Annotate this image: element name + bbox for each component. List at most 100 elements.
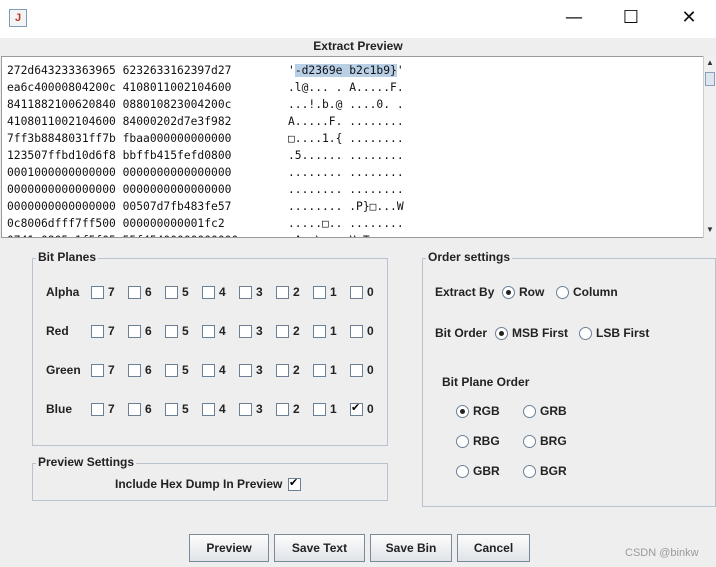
red-bit-6-checkbox[interactable]: [128, 325, 141, 338]
plane-order-bgr-label[interactable]: BGR: [540, 464, 567, 478]
green-bit-5-checkbox[interactable]: [165, 364, 178, 377]
red-bit-5-checkbox[interactable]: [165, 325, 178, 338]
plane-order-grb-label[interactable]: GRB: [540, 404, 567, 418]
plane-order-brg-label[interactable]: BRG: [540, 434, 567, 448]
green-bit-0-label[interactable]: 0: [367, 363, 374, 377]
scroll-up-icon[interactable]: ▲: [704, 57, 716, 69]
red-bit-1-label[interactable]: 1: [330, 324, 337, 338]
extract-by-label: Extract By: [435, 285, 495, 299]
red-bit-1-checkbox[interactable]: [313, 325, 326, 338]
alpha-bit-1-checkbox[interactable]: [313, 286, 326, 299]
alpha-bit-2-label[interactable]: 2: [293, 285, 300, 299]
green-bit-6-label[interactable]: 6: [145, 363, 152, 377]
plane-order-gbr-radio[interactable]: [456, 465, 469, 478]
plane-order-rbg-radio[interactable]: [456, 435, 469, 448]
red-bit-3-label[interactable]: 3: [256, 324, 263, 338]
blue-bit-5-label[interactable]: 5: [182, 402, 189, 416]
red-bit-3-checkbox[interactable]: [239, 325, 252, 338]
alpha-bit-5-label[interactable]: 5: [182, 285, 189, 299]
preview-button[interactable]: Preview: [189, 534, 269, 562]
red-bit-0-checkbox[interactable]: [350, 325, 363, 338]
green-bit-4-label[interactable]: 4: [219, 363, 226, 377]
green-bit-6-checkbox[interactable]: [128, 364, 141, 377]
hex-preview-area[interactable]: 272d643233363965 6232633162397d27 '-d2369…: [1, 56, 705, 238]
blue-bit-1-label[interactable]: 1: [330, 402, 337, 416]
alpha-bit-0-label[interactable]: 0: [367, 285, 374, 299]
blue-bit-4-checkbox[interactable]: [202, 403, 215, 416]
alpha-bit-1-label[interactable]: 1: [330, 285, 337, 299]
red-bit-2-checkbox[interactable]: [276, 325, 289, 338]
plane-order-brg-radio[interactable]: [523, 435, 536, 448]
red-bit-2-label[interactable]: 2: [293, 324, 300, 338]
green-bit-1-label[interactable]: 1: [330, 363, 337, 377]
red-bit-4-label[interactable]: 4: [219, 324, 226, 338]
blue-bit-6-checkbox[interactable]: [128, 403, 141, 416]
alpha-bit-4-label[interactable]: 4: [219, 285, 226, 299]
extract-by-row-label[interactable]: Row: [519, 285, 544, 299]
red-bit-7-checkbox[interactable]: [91, 325, 104, 338]
blue-bit-5-checkbox[interactable]: [165, 403, 178, 416]
alpha-bit-2-checkbox[interactable]: [276, 286, 289, 299]
blue-bit-0-label[interactable]: 0: [367, 402, 374, 416]
blue-bit-3-label[interactable]: 3: [256, 402, 263, 416]
scroll-down-icon[interactable]: ▼: [704, 224, 716, 236]
red-bit-6-label[interactable]: 6: [145, 324, 152, 338]
green-bit-0-checkbox[interactable]: [350, 364, 363, 377]
plane-order-bgr-radio[interactable]: [523, 465, 536, 478]
green-bit-5-label[interactable]: 5: [182, 363, 189, 377]
scrollbar-thumb[interactable]: [705, 72, 715, 86]
maximize-button[interactable]: ☐: [608, 0, 654, 36]
blue-bit-2-checkbox[interactable]: [276, 403, 289, 416]
extract-by-row-radio[interactable]: [502, 286, 515, 299]
alpha-bit-3-label[interactable]: 3: [256, 285, 263, 299]
ascii-values: .A..\._. U.T.....: [288, 232, 404, 237]
green-bit-3-label[interactable]: 3: [256, 363, 263, 377]
preview-scrollbar[interactable]: ▲ ▼: [703, 56, 716, 238]
alpha-bit-6-checkbox[interactable]: [128, 286, 141, 299]
green-bit-7-label[interactable]: 7: [108, 363, 115, 377]
plane-order-rgb-radio[interactable]: [456, 405, 469, 418]
green-bit-4-checkbox[interactable]: [202, 364, 215, 377]
blue-bit-0-checkbox[interactable]: [350, 401, 363, 416]
extract-by-column-radio[interactable]: [556, 286, 569, 299]
alpha-bit-3-checkbox[interactable]: [239, 286, 252, 299]
alpha-bit-7-label[interactable]: 7: [108, 285, 115, 299]
save-text-button[interactable]: Save Text: [274, 534, 365, 562]
plane-order-grb-radio[interactable]: [523, 405, 536, 418]
extract-by-column-label[interactable]: Column: [573, 285, 618, 299]
lsb-first-label[interactable]: LSB First: [596, 326, 649, 340]
red-bit-0-label[interactable]: 0: [367, 324, 374, 338]
green-bit-1-checkbox[interactable]: [313, 364, 326, 377]
lsb-first-radio[interactable]: [579, 327, 592, 340]
red-bit-5-label[interactable]: 5: [182, 324, 189, 338]
blue-bit-2-label[interactable]: 2: [293, 402, 300, 416]
red-bit-7-label[interactable]: 7: [108, 324, 115, 338]
msb-first-label[interactable]: MSB First: [512, 326, 568, 340]
blue-bit-7-label[interactable]: 7: [108, 402, 115, 416]
blue-bit-3-checkbox[interactable]: [239, 403, 252, 416]
blue-bit-4-label[interactable]: 4: [219, 402, 226, 416]
minimize-button[interactable]: —: [551, 0, 597, 36]
plane-order-gbr-label[interactable]: GBR: [473, 464, 500, 478]
green-bit-3-checkbox[interactable]: [239, 364, 252, 377]
green-bit-7-checkbox[interactable]: [91, 364, 104, 377]
save-bin-button[interactable]: Save Bin: [370, 534, 452, 562]
alpha-bit-4-checkbox[interactable]: [202, 286, 215, 299]
include-hex-dump-checkbox[interactable]: [288, 476, 301, 491]
blue-bit-6-label[interactable]: 6: [145, 402, 152, 416]
plane-order-rbg-label[interactable]: RBG: [473, 434, 500, 448]
alpha-bit-6-label[interactable]: 6: [145, 285, 152, 299]
cancel-button[interactable]: Cancel: [457, 534, 530, 562]
alpha-bit-7-checkbox[interactable]: [91, 286, 104, 299]
alpha-bit-0-checkbox[interactable]: [350, 286, 363, 299]
close-button[interactable]: ✕: [666, 0, 712, 36]
selected-text: -d2369e b2c1b9}: [294, 64, 397, 77]
plane-order-rgb-label[interactable]: RGB: [473, 404, 500, 418]
green-bit-2-checkbox[interactable]: [276, 364, 289, 377]
alpha-bit-5-checkbox[interactable]: [165, 286, 178, 299]
green-bit-2-label[interactable]: 2: [293, 363, 300, 377]
blue-bit-7-checkbox[interactable]: [91, 403, 104, 416]
msb-first-radio[interactable]: [495, 327, 508, 340]
blue-bit-1-checkbox[interactable]: [313, 403, 326, 416]
red-bit-4-checkbox[interactable]: [202, 325, 215, 338]
